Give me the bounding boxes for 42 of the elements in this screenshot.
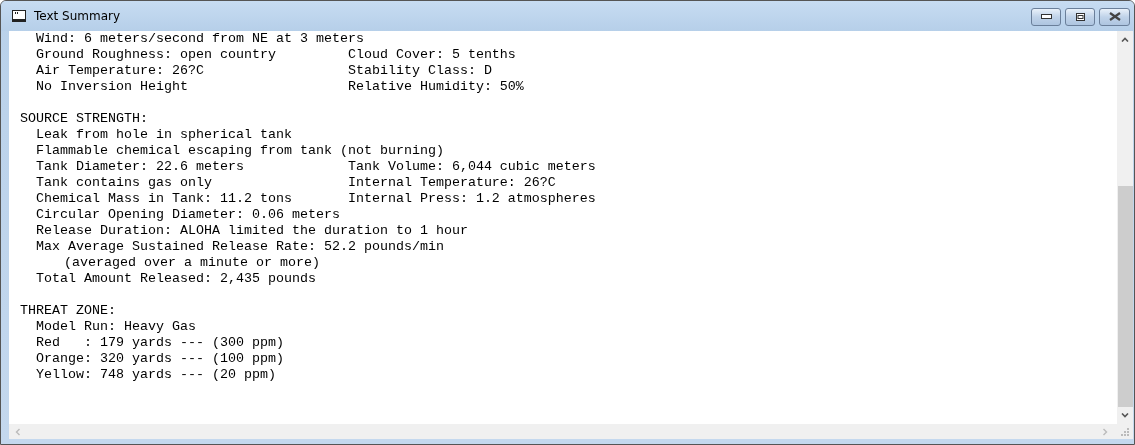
console-icon [12,10,26,22]
summary-line: Ground Roughness: open country [36,47,277,63]
summary-line: Internal Temperature: 26?C [347,175,556,191]
summary-line: Cloud Cover: 5 tenths [347,47,516,63]
summary-line: No Inversion Height [36,79,189,95]
summary-line: Yellow: 748 yards --- (20 ppm) [36,367,277,383]
scrollbar-thumb[interactable] [1117,186,1133,407]
summary-line: Leak from hole in spherical tank [36,127,293,143]
scroll-right-icon [1103,427,1108,436]
close-icon [1108,12,1121,21]
scroll-down-icon [1121,413,1129,418]
summary-line: Flammable chemical escaping from tank (not burning) [36,143,444,159]
scroll-up-icon [1121,37,1129,42]
maximize-icon [1075,12,1085,21]
scroll-left-icon [15,427,20,436]
summary-line: Release Duration: ALOHA limited the duration to 1 hour [36,223,468,239]
close-button[interactable] [1099,7,1130,26]
minimize-button[interactable] [1031,7,1061,26]
summary-line: Wind: 6 meters/second from NE at 3 meters [36,31,364,47]
summary-line: Circular Opening Diameter: 0.06 meters [36,207,341,223]
summary-line: Orange: 320 yards --- (100 ppm) [36,351,285,367]
minimize-icon [1040,14,1052,19]
summary-line: Chemical Mass in Tank: 11.2 tons [36,191,293,207]
summary-line: Model Run: Heavy Gas [36,319,197,335]
window-title: Text Summary [34,9,121,23]
summary-note: (averaged over a minute or more) [64,255,320,271]
summary-line: Internal Press: 1.2 atmospheres [347,191,596,207]
summary-line: Red : 179 yards --- (300 ppm) [36,335,285,351]
section-heading: THREAT ZONE: [20,303,116,319]
summary-line: Tank Diameter: 22.6 meters [36,159,245,175]
section-heading: SOURCE STRENGTH: [20,111,148,127]
summary-line: Tank Volume: 6,044 cubic meters [347,159,596,175]
summary-line: Relative Humidity: 50% [347,79,524,95]
vertical-scrollbar[interactable] [1117,31,1133,424]
summary-line: Air Temperature: 26?C [36,63,205,79]
summary-line: Max Average Sustained Release Rate: 52.2 pounds/min [36,239,444,255]
horizontal-scrollbar[interactable] [9,424,1133,439]
resize-grip-icon [1120,427,1129,436]
summary-line: Stability Class: D [347,63,492,79]
summary-line: Tank contains gas only [36,175,213,191]
summary-line: Total Amount Released: 2,435 pounds [36,271,317,287]
maximize-button[interactable] [1065,7,1095,26]
